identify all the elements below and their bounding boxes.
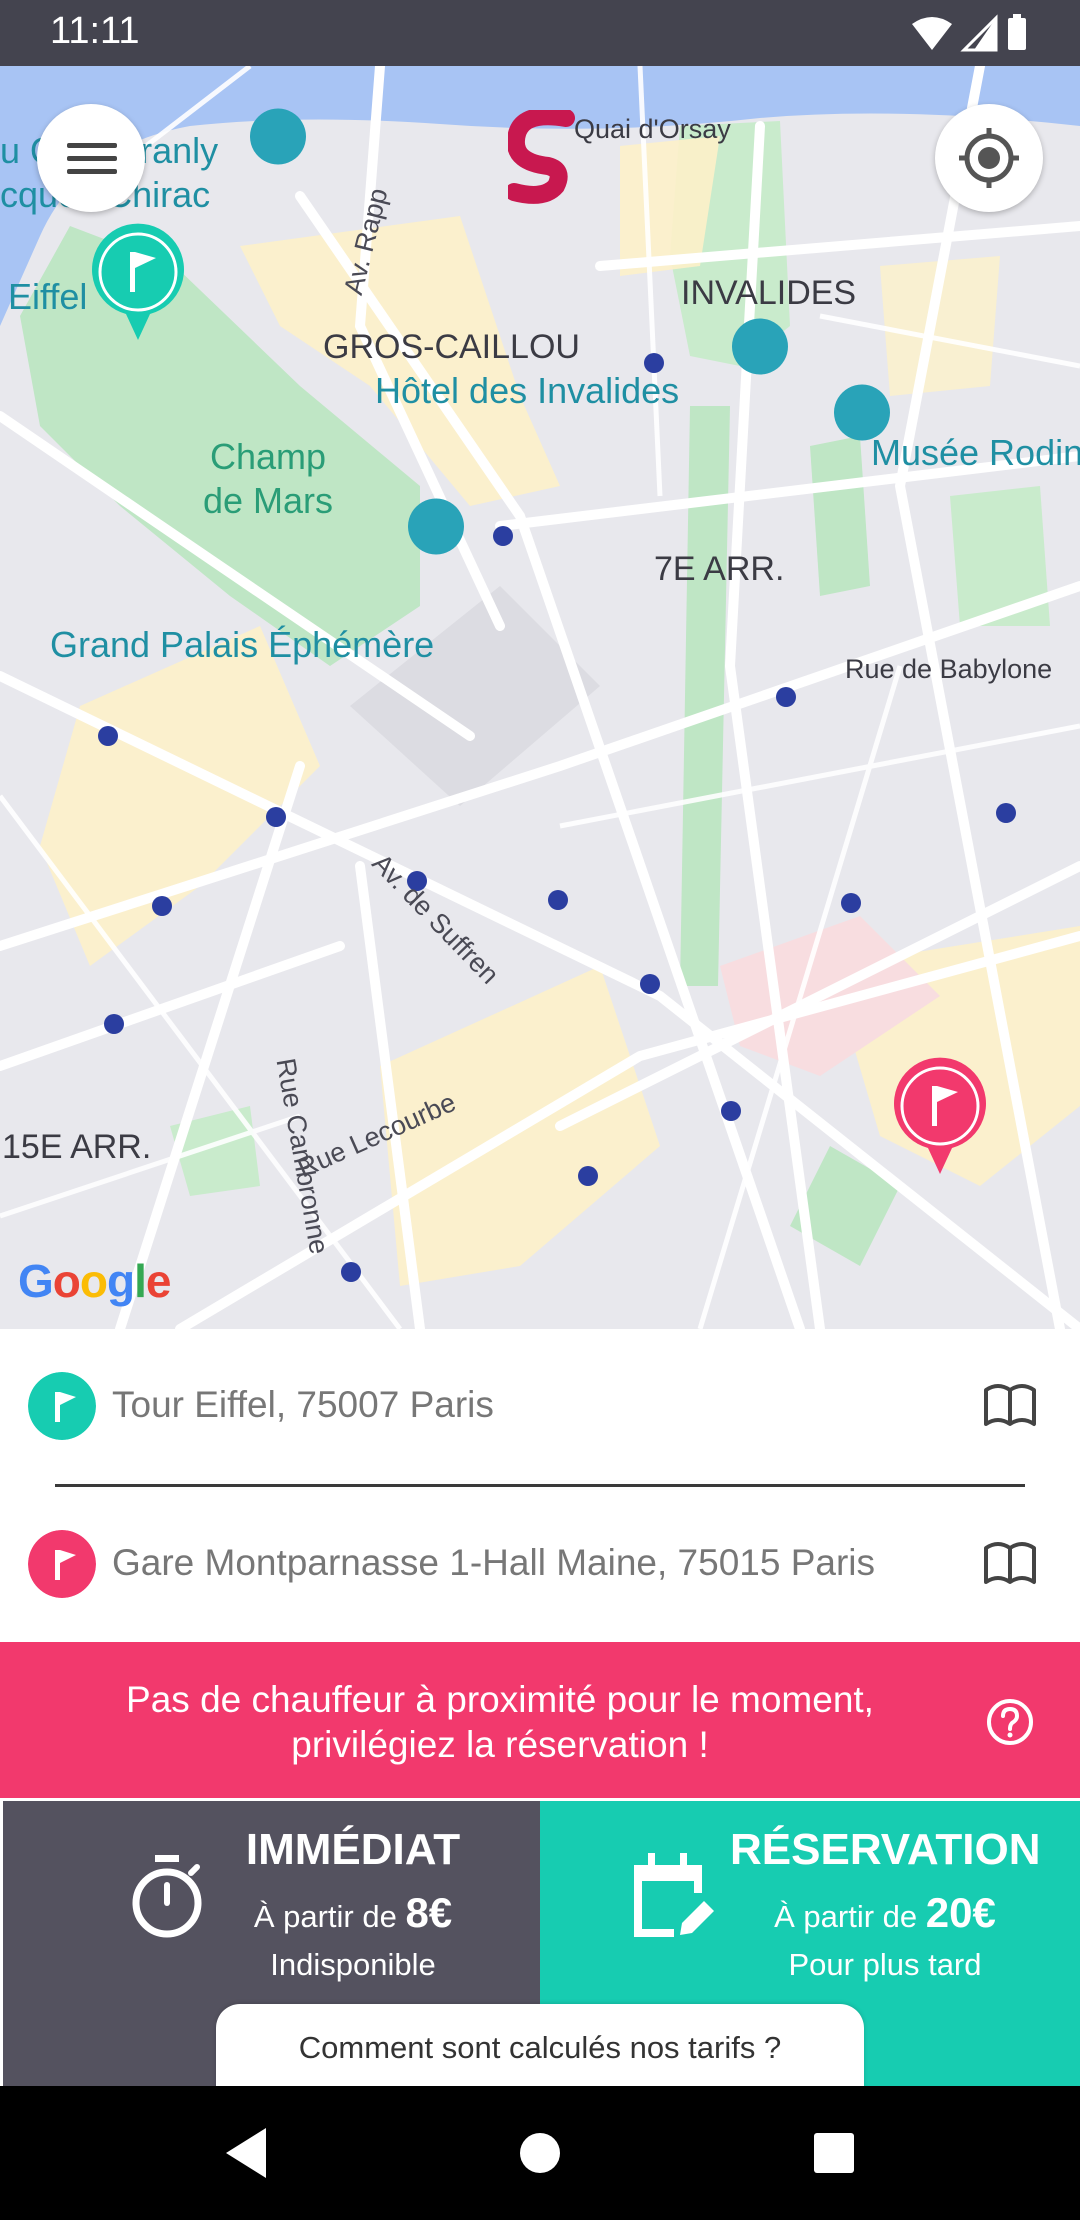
immediate-title: IMMÉDIAT: [245, 1825, 461, 1874]
home-icon[interactable]: [520, 2133, 560, 2173]
locate-button[interactable]: [935, 104, 1043, 212]
brand-logo: [508, 110, 575, 204]
departure-address-row[interactable]: Tour Eiffel, 75007 Paris: [0, 1352, 1080, 1462]
immediate-price-value: 8€: [405, 1889, 453, 1936]
address-divider: [55, 1484, 1025, 1487]
map-book-icon[interactable]: [983, 1538, 1037, 1586]
google-logo: Google: [18, 1255, 171, 1307]
reservation-price: À partir de 20€: [730, 1889, 1040, 1937]
map-label-grand-palais[interactable]: Grand Palais Éphémère: [50, 624, 434, 666]
arrival-address-row[interactable]: Gare Montparnasse 1-Hall Maine, 75015 Pa…: [0, 1510, 1080, 1620]
stopwatch-icon: [132, 1855, 202, 1938]
map-label-de-mars[interactable]: de Mars: [203, 480, 333, 522]
recent-apps-icon[interactable]: [814, 2133, 854, 2173]
map-label-gros-caillou: GROS-CAILLOU: [323, 328, 580, 366]
calendar-edit-icon: [634, 1853, 714, 1937]
map-label-champ[interactable]: Champ: [210, 436, 326, 478]
locate-icon: [959, 128, 1019, 188]
status-bar: 11:11: [0, 0, 1080, 66]
departure-address[interactable]: Tour Eiffel, 75007 Paris: [112, 1384, 494, 1426]
map-book-icon[interactable]: [983, 1380, 1037, 1428]
departure-flag-icon: [28, 1372, 96, 1440]
map-label-7e-arr: 7E ARR.: [654, 550, 785, 588]
map-label-rue-de-babylone: Rue de Babylone: [845, 654, 1053, 684]
no-driver-alert: Pas de chauffeur à proximité pour le mom…: [0, 1642, 1080, 1798]
tariff-info-button[interactable]: Comment sont calculés nos tarifs ?: [216, 2004, 864, 2094]
reservation-subtitle: Pour plus tard: [788, 1947, 982, 1982]
map-label-15e-arr: 15E ARR.: [2, 1128, 152, 1166]
help-icon[interactable]: [986, 1698, 1034, 1746]
immediate-price: À partir de 8€: [223, 1889, 483, 1937]
reservation-price-prefix: À partir de: [774, 1899, 918, 1934]
map-label-invalides: INVALIDES: [681, 274, 857, 312]
arrival-pin[interactable]: [890, 1056, 990, 1174]
departure-pin[interactable]: [88, 222, 188, 340]
map-view[interactable]: Quai d'Orsay INVALIDES GROS-CAILLOU Hôte…: [0, 66, 1080, 1329]
alert-line-1: Pas de chauffeur à proximité pour le mom…: [126, 1679, 874, 1720]
status-time: 11:11: [50, 10, 140, 52]
reservation-title: RÉSERVATION: [730, 1825, 1041, 1874]
alert-message: Pas de chauffeur à proximité pour le mom…: [40, 1677, 960, 1767]
alert-line-2: privilégiez la réservation !: [291, 1724, 709, 1765]
arrival-address[interactable]: Gare Montparnasse 1-Hall Maine, 75015 Pa…: [112, 1542, 875, 1584]
reservation-price-value: 20€: [925, 1889, 996, 1936]
map-label-quai-dorsay: Quai d'Orsay: [574, 114, 731, 144]
back-icon[interactable]: [222, 2126, 270, 2180]
system-nav-bar: [0, 2086, 1080, 2220]
arrival-flag-icon: [28, 1530, 96, 1598]
immediate-price-prefix: À partir de: [253, 1899, 397, 1934]
map-label-musee-rodin[interactable]: Musée Rodin: [871, 432, 1080, 474]
menu-button[interactable]: [37, 104, 145, 212]
map-label-eiffel: Eiffel: [8, 276, 88, 317]
immediate-subtitle: Indisponible: [270, 1947, 436, 1982]
status-icons: [912, 14, 1026, 52]
map-label-hotel-invalides[interactable]: Hôtel des Invalides: [375, 370, 679, 412]
